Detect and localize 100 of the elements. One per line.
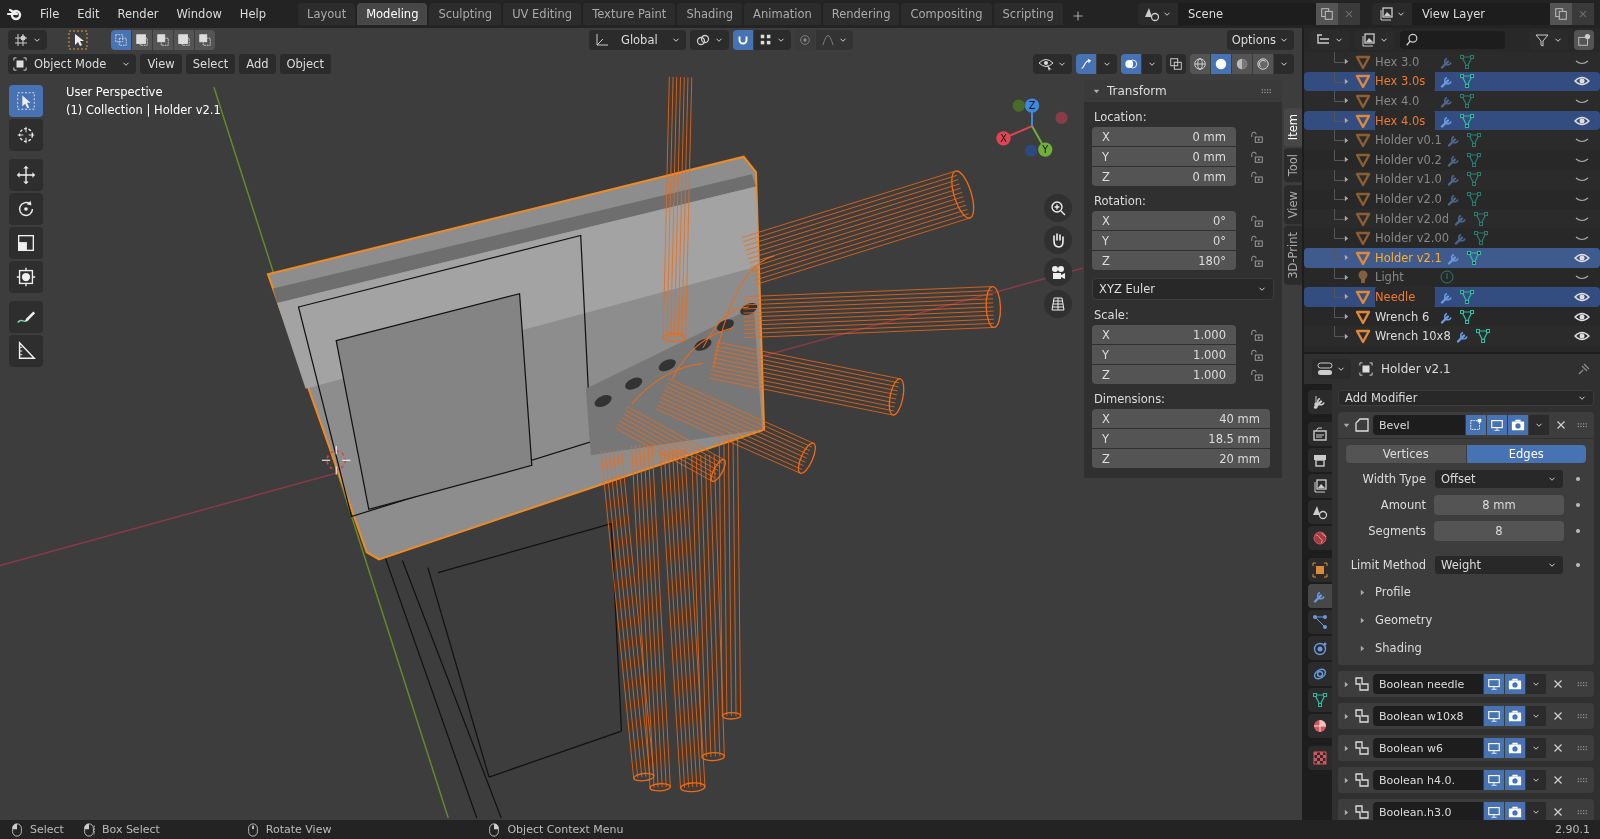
sidebar-tab[interactable]: Item [1284, 108, 1302, 147]
value-field[interactable]: Y 0 mm [1092, 147, 1236, 166]
workspace-tab[interactable]: Compositing [901, 3, 992, 25]
outliner-row[interactable]: Hex 4.0s [1304, 110, 1600, 131]
field-value: 40 mm [1219, 411, 1260, 426]
value-field[interactable]: X 1.000 [1092, 325, 1236, 344]
workspace-tab[interactable]: Modeling [357, 3, 428, 25]
header-menu[interactable]: Select [185, 54, 236, 74]
workspace-tab[interactable]: Scripting [993, 3, 1063, 25]
number-field[interactable]: 8 [1434, 521, 1564, 541]
modifier-name-field[interactable]: Bevel [1373, 415, 1465, 435]
object-name: Holder v1.0 [1375, 172, 1442, 187]
value-field[interactable]: Y 18.5 mm [1092, 429, 1270, 448]
modifier-name-field[interactable]: Boolean needle [1373, 674, 1483, 694]
outliner-row[interactable]: Holder v2.00 [1304, 228, 1600, 248]
modifier-name-field[interactable]: Boolean h4.0. [1373, 770, 1483, 790]
value-field[interactable]: Z 20 mm [1092, 449, 1270, 468]
outliner-row[interactable]: Holder v2.1 [1304, 247, 1600, 268]
object-name: Light [1375, 270, 1405, 285]
value-field[interactable]: X 0° [1092, 211, 1236, 230]
field-value: 0 mm [1192, 169, 1226, 184]
outliner-row[interactable]: Wrench 6 [1304, 306, 1600, 327]
outliner-row[interactable]: Light [1304, 267, 1600, 288]
workspace-tab[interactable]: Animation [744, 3, 821, 25]
options-dropdown[interactable]: Options [1226, 30, 1294, 50]
value-field[interactable]: Z 180° [1092, 251, 1236, 270]
navigation-gizmo[interactable]: X Y Z [996, 98, 1068, 157]
field-value: 1.000 [1193, 327, 1226, 342]
outliner-row[interactable]: Holder v0.2 [1304, 149, 1600, 170]
setting-dropdown[interactable]: Offset [1434, 469, 1564, 489]
header-menu[interactable]: View [140, 54, 182, 74]
axis-label: Y [1102, 233, 1110, 248]
menu-item[interactable]: Render [109, 3, 167, 25]
value-field[interactable]: Z 0 mm [1092, 167, 1236, 186]
status-hint: Box Select [101, 823, 160, 836]
sidebar-tab[interactable]: 3D-Print [1284, 225, 1302, 285]
modifier-name-field[interactable]: Boolean w10x8 [1373, 706, 1483, 726]
view-layer-field[interactable]: View Layer [1412, 3, 1550, 25]
workspace-tab[interactable]: Sculpting [429, 3, 502, 25]
value-field[interactable]: Y 0° [1092, 231, 1236, 250]
object-name: Holder v2.00 [1375, 231, 1450, 246]
field-value: 0 mm [1192, 129, 1226, 144]
field-value: 0 mm [1192, 149, 1226, 164]
status-hint: Rotate View [265, 823, 332, 836]
workspace-tab[interactable]: Texture Paint [583, 3, 676, 25]
group-label: Rotation: [1093, 193, 1147, 210]
value-field[interactable]: X 0 mm [1092, 127, 1236, 146]
subpanel-header[interactable]: Profile [1375, 585, 1411, 599]
status-hint: Object Context Menu [507, 823, 624, 836]
header-menu[interactable]: Object [279, 54, 331, 74]
axis-label: X [1102, 213, 1110, 228]
number-field[interactable]: 8 mm [1434, 495, 1564, 515]
group-label: Location: [1093, 109, 1148, 126]
header-menu[interactable]: Add [239, 54, 276, 74]
outliner-row[interactable]: Holder v2.0 [1304, 189, 1600, 209]
object-name: Hex 3.0 [1375, 54, 1421, 69]
menu-item[interactable]: Help [231, 3, 275, 25]
value-field[interactable]: X 40 mm [1092, 409, 1270, 428]
add-modifier-dropdown[interactable]: Add Modifier [1338, 390, 1594, 406]
rotation-mode-dropdown[interactable]: XYZ Euler [1092, 278, 1274, 300]
subpanel-header[interactable]: Shading [1375, 641, 1422, 655]
object-name: Wrench 10x8 [1375, 329, 1451, 344]
affect-tab[interactable]: Vertices [1346, 445, 1466, 463]
version-label: 2.90.1 [1555, 823, 1590, 836]
outliner-row[interactable]: Needle [1304, 287, 1600, 307]
object-name: Holder v2.0 [1375, 191, 1442, 206]
axis-label: Z [1102, 367, 1110, 382]
field-value: 0° [1212, 213, 1226, 228]
mode-dropdown[interactable]: Object Mode [8, 54, 137, 74]
workspace-tab[interactable]: Layout [298, 3, 356, 25]
workspace-tab[interactable]: Shading [677, 3, 743, 25]
object-name: Holder v2.1 [1375, 250, 1442, 265]
menu-item[interactable]: Window [168, 3, 230, 25]
object-name: Holder v2.1 [1381, 362, 1452, 376]
scene-field[interactable]: Scene [1178, 3, 1316, 25]
object-name: Holder v0.1 [1375, 133, 1442, 148]
viewport-info-text: (1) Collection | Holder v2.1 [66, 103, 221, 117]
menu-item[interactable]: Edit [69, 3, 108, 25]
orientation-dropdown[interactable]: Global [588, 30, 686, 50]
subpanel-header[interactable]: Geometry [1375, 613, 1433, 627]
modifier-name-field[interactable]: Boolean w6 [1373, 738, 1483, 758]
modifier-name-field[interactable]: Boolean.h3.0 [1373, 802, 1483, 820]
sidebar-tab[interactable]: View [1284, 184, 1302, 224]
outliner-row[interactable]: Hex 3.0s [1304, 71, 1600, 92]
value-field[interactable]: Y 1.000 [1092, 345, 1236, 364]
setting-dropdown[interactable]: Weight [1434, 555, 1564, 575]
axis-label: Y [1102, 347, 1110, 362]
setting-label: Limit Method [1349, 558, 1426, 572]
sidebar-tab[interactable]: Tool [1284, 148, 1302, 183]
setting-label: Width Type [1361, 472, 1426, 486]
affect-tab[interactable]: Edges [1466, 445, 1586, 463]
axis-label: X [1102, 411, 1110, 426]
field-value: 1.000 [1193, 367, 1226, 382]
menu-item[interactable]: File [32, 3, 68, 25]
status-hint: Select [30, 823, 64, 836]
workspace-tab[interactable]: Rendering [822, 3, 900, 25]
axis-label: X [1102, 327, 1110, 342]
value-field[interactable]: Z 1.000 [1092, 365, 1236, 384]
object-name: Needle [1375, 285, 1435, 308]
workspace-tab[interactable]: UV Editing [503, 3, 582, 25]
